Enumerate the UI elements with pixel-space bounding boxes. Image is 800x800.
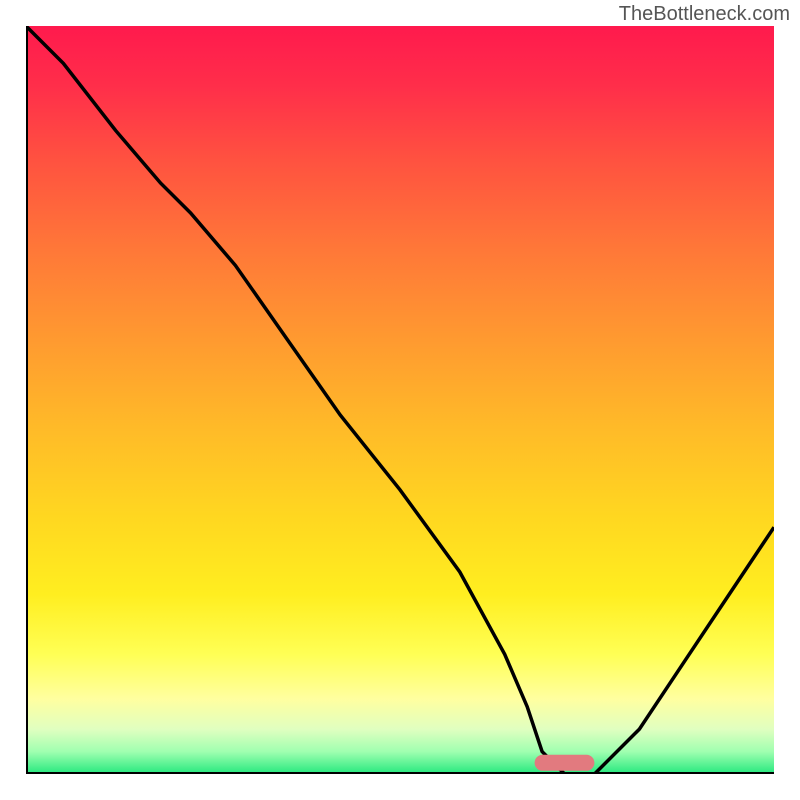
gradient-background bbox=[26, 26, 774, 774]
bottleneck-chart bbox=[26, 26, 774, 774]
watermark-text: TheBottleneck.com bbox=[619, 3, 790, 26]
